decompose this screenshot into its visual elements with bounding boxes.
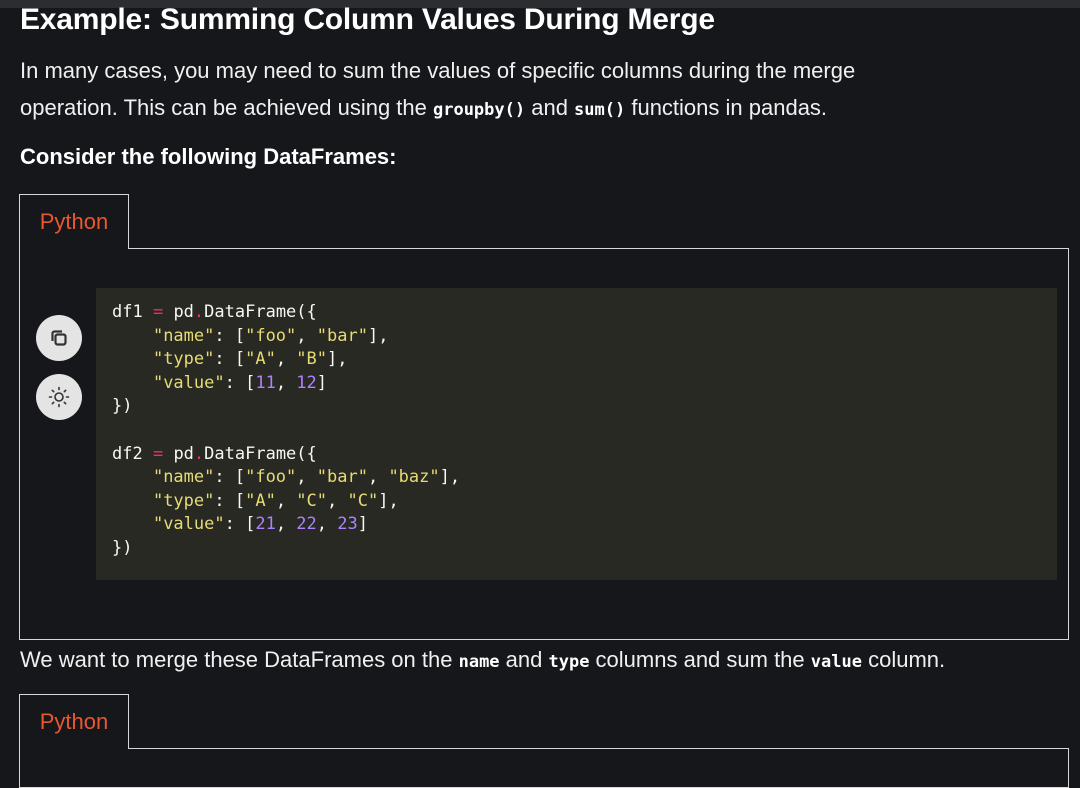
code-token: , <box>275 490 297 511</box>
code-token: = <box>152 302 164 322</box>
code-token: , <box>275 349 297 370</box>
code-token: ], <box>439 467 461 488</box>
code-token: "bar" <box>316 467 368 488</box>
code-token: ] <box>316 372 328 393</box>
intro-text-line2a: operation. This can be achieved using th… <box>20 95 433 120</box>
intro-text-line2c: functions in pandas. <box>625 95 828 120</box>
code-token: . <box>193 302 205 322</box>
code-token: , <box>316 514 338 535</box>
code-token: pd <box>163 443 194 464</box>
code-token: "value" <box>152 514 225 535</box>
code-token: "name" <box>152 325 215 346</box>
code-token: 21 <box>255 514 276 535</box>
code-token: 23 <box>337 514 358 535</box>
code-token: : [ <box>214 325 246 346</box>
code-token: "bar" <box>316 325 368 346</box>
merge-description: We want to merge these DataFrames on the… <box>20 643 945 679</box>
code-token: "B" <box>296 349 328 370</box>
tab-python[interactable]: Python <box>19 194 129 249</box>
code-line: "name": ["foo", "bar"], <box>112 325 1041 349</box>
code-token: "C" <box>296 490 328 511</box>
code-token: : [ <box>214 349 246 370</box>
code-line: }) <box>112 395 1041 419</box>
code-token: = <box>152 443 164 464</box>
code-token: "A" <box>245 490 276 511</box>
inline-code-type: type <box>548 652 590 672</box>
code-line: "type": ["A", "B"], <box>112 348 1041 372</box>
merge-text-b: and <box>499 647 549 672</box>
code-token: "value" <box>152 372 225 393</box>
code-token: , <box>275 372 297 393</box>
code-token: DataFrame({ <box>204 443 317 464</box>
copy-code-button[interactable] <box>36 315 82 361</box>
code-token: 12 <box>296 372 317 393</box>
code-block[interactable]: df1 = pd.DataFrame({ "name": ["foo", "ba… <box>96 288 1057 580</box>
intro-text-line2b: and <box>525 95 575 120</box>
merge-text-d: column. <box>861 647 946 672</box>
toggle-theme-button[interactable] <box>36 374 82 420</box>
code-token: "baz" <box>388 467 440 488</box>
code-panel-second <box>19 748 1069 788</box>
section-heading: Example: Summing Column Values During Me… <box>20 3 715 36</box>
code-token: DataFrame({ <box>204 302 317 322</box>
code-token: "foo" <box>245 325 297 346</box>
tab-python-second[interactable]: Python <box>19 694 129 749</box>
code-line: "value": [11, 12] <box>112 372 1041 396</box>
code-line: "name": ["foo", "bar", "baz"], <box>112 466 1041 490</box>
code-line: "type": ["A", "C", "C"], <box>112 490 1041 514</box>
code-token: "A" <box>245 349 276 370</box>
code-token: , <box>275 514 297 535</box>
code-token: df1 <box>112 302 153 322</box>
inline-code-value: value <box>810 652 862 672</box>
code-token: pd <box>163 302 194 322</box>
code-token: "C" <box>347 490 379 511</box>
code-token: ], <box>367 325 389 346</box>
code-line: df2 = pd.DataFrame({ <box>112 443 1041 467</box>
inline-code-name: name <box>458 652 500 672</box>
code-token: }) <box>112 396 133 417</box>
code-content: df1 = pd.DataFrame({ "name": ["foo", "ba… <box>112 301 1041 561</box>
code-token: }) <box>112 537 133 558</box>
merge-text-a: We want to merge these DataFrames on the <box>20 647 459 672</box>
code-token: ], <box>378 490 399 511</box>
code-token: , <box>367 467 389 488</box>
code-token: , <box>296 325 317 346</box>
sun-icon <box>48 386 70 408</box>
consider-heading: Consider the following DataFrames: <box>20 144 397 169</box>
merge-text-c: columns and sum the <box>589 647 811 672</box>
code-line: "value": [21, 22, 23] <box>112 513 1041 537</box>
intro-paragraph: In many cases, you may need to sum the v… <box>20 52 1060 129</box>
code-token: , <box>327 490 348 511</box>
code-token: : [ <box>214 467 246 488</box>
code-token: : [ <box>224 372 256 393</box>
code-line: }) <box>112 537 1041 561</box>
code-token: "type" <box>152 490 215 511</box>
code-line: df1 = pd.DataFrame({ <box>112 301 1041 325</box>
code-token: 11 <box>255 372 276 393</box>
code-token: ] <box>357 514 368 535</box>
code-token: , <box>296 467 317 488</box>
code-token: : [ <box>214 490 246 511</box>
code-token: 22 <box>296 514 317 535</box>
code-token: . <box>193 443 205 464</box>
code-token: df2 <box>112 443 153 464</box>
intro-text-line1: In many cases, you may need to sum the v… <box>20 58 856 83</box>
copy-icon <box>51 330 67 346</box>
code-token: "type" <box>152 349 215 370</box>
code-token: "foo" <box>245 467 297 488</box>
code-token: ], <box>327 349 348 370</box>
code-token: "name" <box>152 467 215 488</box>
inline-code-groupby: groupby() <box>432 100 526 120</box>
inline-code-sum: sum() <box>574 100 626 120</box>
code-token: : [ <box>224 514 256 535</box>
